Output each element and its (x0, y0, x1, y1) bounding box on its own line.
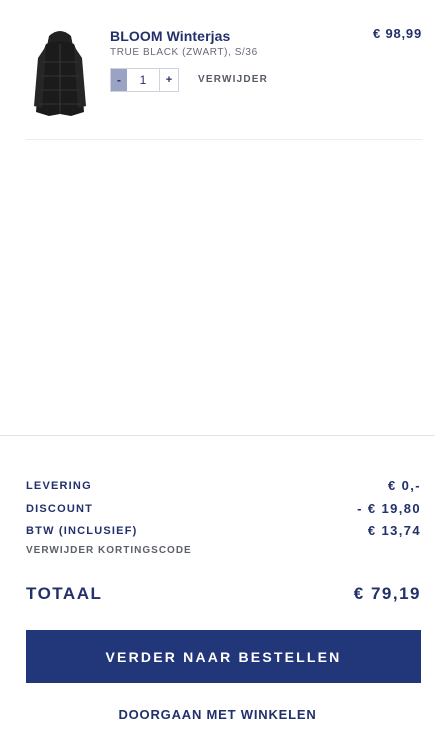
remove-item-button[interactable]: VERWIJDER (198, 74, 268, 85)
item-price: € 98,99 (373, 26, 422, 41)
item-variant: TRUE BLACK (ZWART), S/36 (110, 47, 258, 58)
quantity-value[interactable]: 1 (127, 69, 160, 91)
item-name[interactable]: BLOOM Winterjas (110, 28, 230, 44)
discount-label: DISCOUNT (26, 502, 94, 515)
total-row: TOTAAL € 79,19 (26, 584, 421, 604)
product-image[interactable] (30, 26, 90, 118)
vat-label: BTW (INCLUSIEF) (26, 524, 138, 537)
cart-item: BLOOM Winterjas TRUE BLACK (ZWART), S/36… (26, 20, 422, 140)
quantity-increase-button[interactable]: + (160, 69, 178, 91)
summary-divider (0, 435, 435, 436)
remove-discount-code-link[interactable]: VERWIJDER KORTINGSCODE (26, 545, 192, 556)
continue-shopping-link[interactable]: DOORGAAN MET WINKELEN (0, 707, 435, 722)
quantity-stepper: - 1 + (110, 68, 179, 92)
discount-value: - € 19,80 (357, 501, 421, 516)
total-value: € 79,19 (353, 584, 421, 603)
discount-row: DISCOUNT - € 19,80 (26, 501, 421, 516)
vat-row: BTW (INCLUSIEF) € 13,74 (26, 523, 421, 538)
delivery-label: LEVERING (26, 479, 92, 492)
winter-jacket-image (34, 31, 86, 116)
total-label: TOTAAL (26, 584, 103, 603)
checkout-button[interactable]: VERDER NAAR BESTELLEN (26, 630, 421, 683)
vat-value: € 13,74 (367, 523, 421, 538)
delivery-value: € 0,- (387, 478, 421, 493)
quantity-decrease-button[interactable]: - (111, 69, 127, 91)
delivery-row: LEVERING € 0,- (26, 478, 421, 493)
